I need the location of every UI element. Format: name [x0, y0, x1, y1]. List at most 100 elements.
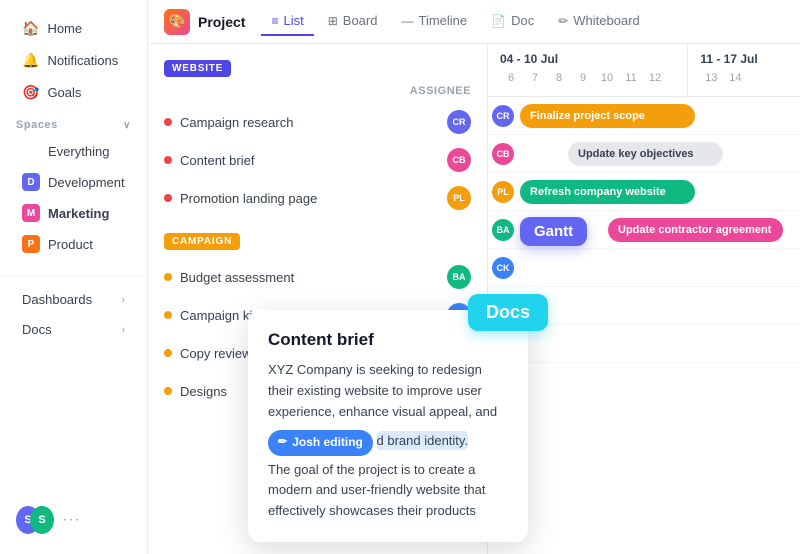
sidebar-item-docs[interactable]: Docs › — [6, 315, 141, 344]
task-name: Campaign research — [180, 115, 439, 130]
task-name-4: Budget assessment — [180, 270, 439, 285]
gantt-avatar-3: PL — [490, 179, 516, 205]
project-header: 🎨 Project ≡ List ⊞ Board — Timeline 📄 Do… — [148, 0, 800, 44]
docs-highlighted-text: d brand identity. — [377, 431, 469, 450]
gantt-day: 12 — [644, 68, 666, 88]
docs-card-title: Content brief — [268, 330, 508, 350]
sidebar-item-development-label: Development — [48, 175, 125, 190]
task-dot-yellow — [164, 273, 172, 281]
sidebar-item-goals[interactable]: 🎯 Goals — [6, 77, 141, 108]
sidebar-item-marketing-label: Marketing — [48, 206, 109, 221]
chevron-right-icon-2: › — [121, 324, 125, 336]
tab-timeline-label: Timeline — [418, 13, 467, 28]
gantt-bar-label: Finalize project scope — [530, 110, 645, 122]
josh-editing-label: Josh editing — [292, 433, 363, 452]
spaces-section: Spaces ∨ — [0, 109, 147, 135]
task-promotion[interactable]: Promotion landing page PL — [148, 179, 487, 217]
bell-icon: 🔔 — [22, 52, 39, 69]
chevron-down-icon: ∨ — [123, 120, 131, 131]
tab-board-label: Board — [343, 13, 378, 28]
avatar-3: PL — [447, 186, 471, 210]
gantt-day: 7 — [524, 68, 546, 88]
task-dot-yellow-2 — [164, 311, 172, 319]
tab-doc-label: Doc — [511, 13, 534, 28]
gantt-avatar-2: CB — [490, 141, 516, 167]
list-columns-website: ASSIGNEE — [148, 85, 487, 103]
sidebar-item-home-label: Home — [47, 21, 82, 36]
gantt-bar-update[interactable]: Update key objectives — [568, 142, 723, 166]
gantt-day: 14 — [724, 68, 746, 88]
sidebar-item-notifications-label: Notifications — [47, 53, 118, 68]
avatar: CR — [447, 110, 471, 134]
doc-icon: 📄 — [491, 14, 506, 28]
tab-list[interactable]: ≡ List — [261, 7, 313, 36]
more-options-icon: ··· — [62, 511, 81, 529]
tab-doc[interactable]: 📄 Doc — [481, 7, 544, 36]
goals-icon: 🎯 — [22, 84, 39, 101]
task-dot-yellow-4 — [164, 387, 172, 395]
task-dot-red-2 — [164, 156, 172, 164]
gantt-avatar-5: CK — [490, 255, 516, 281]
tab-list-label: List — [283, 13, 303, 28]
main-content: 🎨 Project ≡ List ⊞ Board — Timeline 📄 Do… — [148, 0, 800, 554]
gantt-row-5: CK — [488, 249, 800, 287]
sidebar-item-dashboards[interactable]: Dashboards › — [6, 285, 141, 314]
avatar-2: CB — [447, 148, 471, 172]
marketing-icon: M — [22, 204, 40, 222]
task-name-3: Promotion landing page — [180, 191, 439, 206]
gantt-bar-finalize[interactable]: Finalize project scope — [520, 104, 695, 128]
product-icon: P — [22, 235, 40, 253]
docs-text-after: The goal of the project is to create a m… — [268, 462, 486, 519]
development-icon: D — [22, 173, 40, 191]
tab-whiteboard[interactable]: ✏ Whiteboard — [548, 7, 650, 36]
sidebar-item-product-label: Product — [48, 237, 93, 252]
task-name-2: Content brief — [180, 153, 439, 168]
sidebar: 🏠 Home 🔔 Notifications 🎯 Goals Spaces ∨ … — [0, 0, 148, 554]
task-content-brief[interactable]: Content brief CB — [148, 141, 487, 179]
list-icon: ≡ — [271, 14, 278, 28]
sidebar-item-marketing[interactable]: M Marketing — [6, 198, 141, 228]
gantt-day: 10 — [596, 68, 618, 88]
sidebar-item-everything-label: Everything — [48, 144, 109, 159]
project-icon: 🎨 — [164, 9, 190, 35]
task-dot-red — [164, 118, 172, 126]
sidebar-item-development[interactable]: D Development — [6, 167, 141, 197]
sidebar-user[interactable]: S S ··· — [0, 498, 148, 542]
docs-label: Docs — [22, 322, 52, 337]
gantt-avatar-1: CR — [490, 103, 516, 129]
website-section-header: WEBSITE — [148, 56, 487, 85]
sidebar-item-everything[interactable]: ⊞ Everything — [6, 136, 141, 166]
gantt-bar-label-4: Update contractor agreement — [618, 224, 771, 236]
josh-editing-badge[interactable]: ✏ Josh editing — [268, 430, 373, 455]
gantt-week-1: 04 - 10 Jul — [500, 52, 675, 66]
avatar-4: BA — [447, 265, 471, 289]
sidebar-item-notifications[interactable]: 🔔 Notifications — [6, 45, 141, 76]
gantt-day: 9 — [572, 68, 594, 88]
sidebar-bottom: Dashboards › Docs › — [0, 275, 147, 344]
gantt-bar-label-2: Update key objectives — [578, 148, 694, 160]
gantt-row-2: CB Update key objectives — [488, 135, 800, 173]
sidebar-item-product[interactable]: P Product — [6, 229, 141, 259]
gantt-avatar-4: BA — [490, 217, 516, 243]
sidebar-item-home[interactable]: 🏠 Home — [6, 13, 141, 44]
gantt-day: 11 — [620, 68, 642, 88]
gantt-row-4: BA Gantt Update contractor agreement — [488, 211, 800, 249]
docs-text-before: XYZ Company is seeking to redesign their… — [268, 362, 497, 419]
board-icon: ⊞ — [328, 14, 338, 28]
timeline-icon: — — [401, 14, 413, 28]
edit-icon: ✏ — [278, 434, 287, 452]
gantt-bar-refresh[interactable]: Refresh company website — [520, 180, 695, 204]
sidebar-item-goals-label: Goals — [47, 85, 81, 100]
gantt-tooltip: Gantt — [520, 217, 587, 246]
everything-icon: ⊞ — [22, 142, 40, 160]
campaign-badge: CAMPAIGN — [164, 233, 240, 250]
tab-timeline[interactable]: — Timeline — [391, 7, 477, 36]
gantt-bar-contractor[interactable]: Update contractor agreement — [608, 218, 783, 242]
task-budget[interactable]: Budget assessment BA — [148, 258, 487, 296]
task-campaign-research[interactable]: Campaign research CR — [148, 103, 487, 141]
tab-board[interactable]: ⊞ Board — [318, 7, 388, 36]
gantt-week-2: 11 - 17 Jul — [700, 52, 788, 66]
gantt-header: 04 - 10 Jul 6 7 8 9 10 11 12 11 - 17 Jul… — [488, 44, 800, 97]
gantt-day: 8 — [548, 68, 570, 88]
website-badge: WEBSITE — [164, 60, 231, 77]
